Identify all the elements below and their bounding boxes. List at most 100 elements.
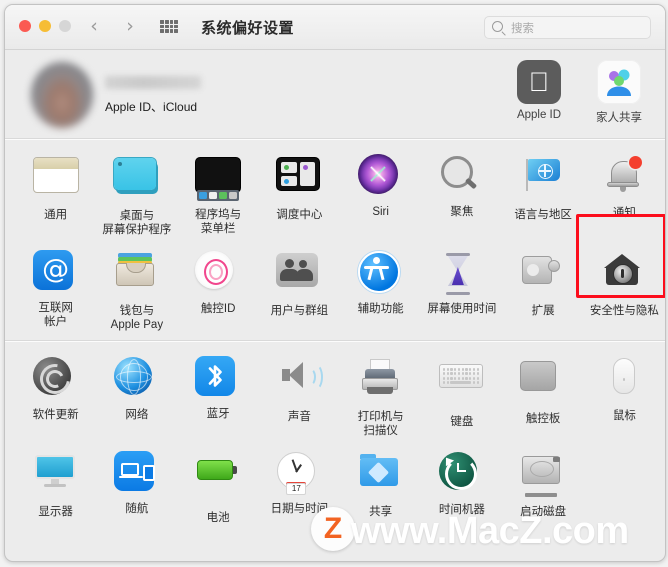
back-button[interactable]: ‹ [83, 16, 105, 38]
pref-accessibility[interactable]: 辅助功能 [340, 245, 421, 332]
titlebar: ‹ › 系统偏好设置 搜索 [5, 5, 665, 50]
mouse-icon [601, 358, 647, 404]
pref-label: 共享 [369, 506, 393, 518]
pref-empty-slot [584, 446, 665, 525]
pref-label: 家人共享 [596, 112, 642, 124]
pref-startup-disk[interactable]: 启动磁盘 [503, 446, 584, 525]
sharing-icon [358, 454, 404, 500]
pref-bluetooth[interactable]: 蓝牙 [178, 351, 259, 438]
pref-label: 钱包与 Apple Pay [110, 305, 164, 331]
dock-menubar-icon [195, 157, 242, 203]
pref-apple-id[interactable]:  Apple ID [503, 60, 575, 121]
search-icon [492, 21, 503, 32]
pref-notifications[interactable]: 通知 [584, 149, 665, 237]
pref-extensions[interactable]: 扩展 [503, 245, 584, 332]
pref-label: 屏幕使用时间 [427, 303, 497, 315]
pref-siri[interactable]: Siri [340, 149, 421, 237]
forward-button[interactable]: › [119, 16, 141, 38]
notifications-icon [601, 155, 647, 201]
account-band: Apple ID、iCloud  Apple ID 家人共享 [5, 50, 665, 138]
startup-disk-icon [520, 454, 566, 500]
minimize-button[interactable] [39, 20, 51, 32]
close-button[interactable] [19, 20, 31, 32]
pref-mission-control[interactable]: 调度中心 [259, 149, 340, 237]
pref-family-sharing[interactable]: 家人共享 [583, 60, 655, 125]
screen-time-icon [439, 251, 485, 297]
pref-label: 随航 [125, 503, 149, 515]
sidecar-icon [113, 451, 160, 497]
pref-internet-accounts[interactable]: @ 互联网 帐户 [15, 245, 96, 332]
pref-label: 通知 [612, 207, 636, 219]
pref-language-region[interactable]: 语言与地区 [503, 149, 584, 237]
pref-label: Siri [372, 206, 389, 218]
pref-label: 蓝牙 [206, 408, 230, 420]
pref-label: 启动磁盘 [520, 506, 567, 518]
pref-network[interactable]: 网络 [96, 351, 177, 438]
notification-badge [629, 156, 643, 169]
pref-mouse[interactable]: 鼠标 [584, 351, 665, 438]
mission-control-icon [276, 157, 322, 203]
extensions-icon [520, 253, 566, 299]
general-icon [32, 157, 79, 203]
pref-security-privacy[interactable]: 安全性与隐私 [584, 245, 665, 332]
internet-accounts-icon: @ [32, 250, 79, 296]
pref-sidecar[interactable]: 随航 [96, 446, 177, 525]
displays-icon [33, 454, 79, 500]
pref-label: 键盘 [450, 416, 474, 428]
pref-users-groups[interactable]: 用户与群组 [259, 245, 340, 332]
pref-label: 用户与群组 [270, 305, 329, 317]
siri-icon [357, 154, 404, 200]
pref-label: 软件更新 [32, 409, 79, 421]
pref-displays[interactable]: 显示器 [15, 446, 96, 525]
pref-software-update[interactable]: 软件更新 [15, 351, 96, 438]
spotlight-icon [439, 154, 485, 200]
pref-label: 通用 [44, 209, 68, 221]
pref-wallet-applepay[interactable]: 钱包与 Apple Pay [96, 245, 177, 332]
pref-label: 网络 [125, 409, 149, 421]
pref-row: 软件更新 网络 蓝牙 声音 打印机与 扫描仪 键盘 触控板 鼠标 [5, 351, 665, 438]
pref-trackpad[interactable]: 触控板 [503, 351, 584, 438]
trackpad-icon [520, 361, 566, 407]
pref-desktop-screensaver[interactable]: 桌面与 屏幕保护程序 [96, 149, 177, 237]
pref-spotlight[interactable]: 聚焦 [421, 149, 502, 237]
sound-icon [276, 359, 324, 405]
pref-row: @ 互联网 帐户 钱包与 Apple Pay 触控ID 用户与群组 辅助功能 屏… [5, 245, 665, 332]
avatar[interactable] [31, 62, 93, 128]
pref-label: 时间机器 [438, 504, 485, 516]
pref-label: 日期与时间 [270, 503, 329, 515]
pref-label: 调度中心 [276, 209, 323, 221]
search-field[interactable]: 搜索 [484, 16, 651, 39]
show-all-grid-icon[interactable] [160, 20, 178, 33]
touch-id-icon [195, 251, 241, 297]
pref-label: 桌面与 屏幕保护程序 [102, 210, 172, 236]
pref-time-machine[interactable]: 时间机器 [421, 446, 502, 525]
keyboard-icon [438, 364, 485, 410]
pref-label: 聚焦 [450, 206, 474, 218]
window-controls [19, 20, 71, 32]
pref-date-time[interactable]: 17 日期与时间 [259, 446, 340, 525]
pref-battery[interactable]: 电池 [178, 446, 259, 525]
pref-label: 声音 [287, 411, 311, 423]
page-title: 系统偏好设置 [201, 20, 295, 37]
pref-label: 辅助功能 [357, 303, 404, 315]
pref-printers-scanners[interactable]: 打印机与 扫描仪 [340, 351, 421, 438]
pref-screen-time[interactable]: 屏幕使用时间 [421, 245, 502, 332]
pref-label: 程序坞与 菜单栏 [195, 209, 242, 235]
pref-touch-id[interactable]: 触控ID [178, 245, 259, 332]
wallet-applepay-icon [114, 253, 160, 299]
calendar-day: 17 [286, 483, 307, 495]
pref-label: 电池 [206, 512, 230, 524]
zoom-button[interactable] [59, 20, 71, 32]
system-preferences-window: ‹ › 系统偏好设置 搜索 Apple ID、iCloud  Apple ID [4, 4, 666, 562]
pref-general[interactable]: 通用 [15, 149, 96, 237]
pref-label: 安全性与隐私 [589, 305, 659, 317]
pref-row: 显示器 随航 电池 17 日期与时间 共享 时间机器 启动磁盘 [5, 446, 665, 525]
users-groups-icon [276, 253, 322, 299]
pref-dock-menubar[interactable]: 程序坞与 菜单栏 [178, 149, 259, 237]
pref-label: 扩展 [531, 305, 555, 317]
pref-sound[interactable]: 声音 [259, 351, 340, 438]
bluetooth-icon [195, 356, 241, 402]
pref-sharing[interactable]: 共享 [340, 446, 421, 525]
date-time-icon: 17 [276, 451, 322, 497]
pref-keyboard[interactable]: 键盘 [421, 351, 502, 438]
